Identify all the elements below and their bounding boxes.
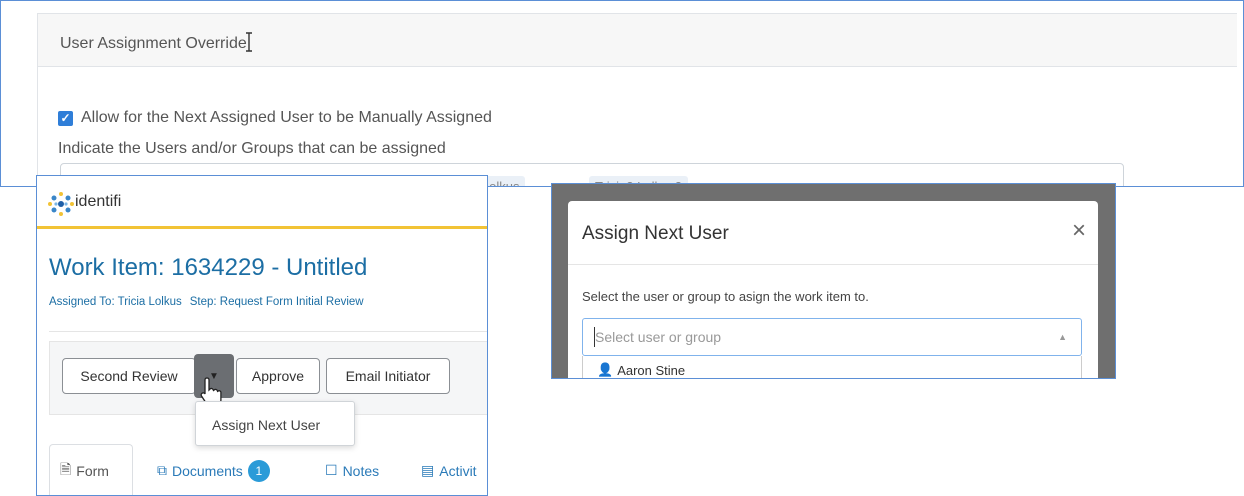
work-item-tabs: 🗎 Form ⧉ Documents 1 ☐ Notes ▤ Activit [49, 444, 487, 495]
settings-card-body: ✓ Allow for the Next Assigned User to be… [37, 67, 1237, 186]
activity-list-icon: ▤ [421, 462, 435, 478]
email-initiator-button[interactable]: Email Initiator [326, 358, 450, 394]
work-item-title: Work Item: 1634229 - Untitled [49, 254, 368, 281]
documents-count-badge: 1 [247, 459, 270, 482]
close-icon[interactable]: × [1072, 219, 1086, 243]
tab-notes[interactable]: ☐ Notes [325, 444, 380, 495]
notes-icon: ☐ [325, 462, 338, 478]
select-options-list: 👤 Aaron Stine [582, 356, 1082, 378]
text-cursor-icon [245, 32, 252, 52]
text-caret [594, 327, 595, 347]
work-item-panel: identifi Work Item: 1634229 - Untitled A… [36, 175, 488, 496]
modal-title: Assign Next User [582, 223, 729, 244]
logo-text: identifi [75, 193, 122, 210]
settings-header-title: User Assignment Override [60, 35, 247, 52]
identifi-logo-icon [48, 192, 74, 216]
tab-notes-label: Notes [342, 462, 380, 479]
user-group-select[interactable]: Select user or group ▲ [582, 318, 1082, 356]
settings-card-header: User Assignment Override [37, 13, 1237, 67]
chevron-up-icon[interactable]: ▲ [1058, 332, 1067, 342]
assign-next-user-menu-item[interactable]: Assign Next User [195, 401, 355, 446]
assigned-to-text: Assigned To: Tricia Lolkus [49, 296, 182, 308]
divider [49, 331, 487, 332]
user-icon: 👤 [597, 362, 614, 377]
select-option[interactable]: 👤 Aaron Stine [597, 362, 685, 378]
assignable-users-label: Indicate the Users and/or Groups that ca… [58, 140, 446, 157]
manual-assign-checkbox-row[interactable]: ✓ Allow for the Next Assigned User to be… [58, 109, 492, 127]
assign-next-user-modal: Assign Next User × Select the user or gr… [568, 201, 1098, 378]
tab-documents[interactable]: ⧉ Documents 1 [157, 444, 270, 495]
select-placeholder: Select user or group [595, 329, 722, 345]
tab-documents-label: Documents [172, 462, 243, 479]
assign-next-user-panel: Assign Next User × Select the user or gr… [551, 183, 1116, 379]
file-text-icon: 🗎 [60, 461, 72, 477]
work-item-meta: Assigned To: Tricia Lolkus Step: Request … [49, 296, 372, 308]
user-assignment-settings-panel: User Assignment Override ✓ Allow for the… [0, 0, 1244, 187]
second-review-button[interactable]: Second Review [62, 358, 196, 394]
manual-assign-label: Allow for the Next Assigned User to be M… [81, 109, 492, 126]
tab-form[interactable]: 🗎 Form [49, 444, 133, 495]
modal-instruction: Select the user or group to asign the wo… [582, 289, 869, 304]
brand-header: identifi [37, 176, 487, 229]
tab-activity-label: Activit [439, 462, 477, 479]
option-label: Aaron Stine [617, 362, 686, 378]
documents-icon: ⧉ [157, 462, 167, 478]
tab-activity[interactable]: ▤ Activit [421, 444, 477, 495]
approve-button[interactable]: Approve [236, 358, 320, 394]
manual-assign-checkbox[interactable]: ✓ [58, 110, 73, 126]
tab-form-label: Form [76, 463, 109, 479]
modal-divider [568, 264, 1098, 265]
step-text: Step: Request Form Initial Review [189, 296, 364, 308]
